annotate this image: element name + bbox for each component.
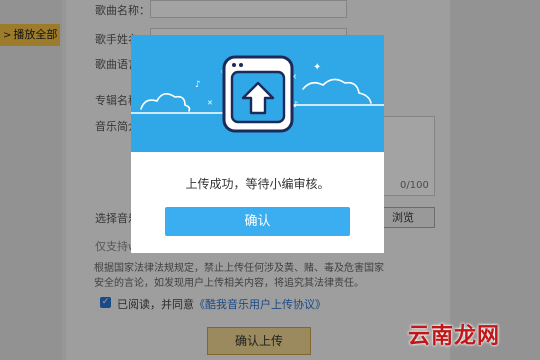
svg-text:✦: ✦ [313, 62, 321, 73]
svg-text:✕: ✕ [207, 99, 213, 107]
upload-icon [222, 55, 294, 133]
svg-text:♪: ♪ [195, 80, 201, 90]
upload-illustration: ♪ ✦ ✕ ✕ ♪ ○ [131, 55, 384, 133]
svg-text:♪: ♪ [293, 100, 298, 109]
confirm-button[interactable]: 确认 [165, 207, 350, 236]
dialog-message: 上传成功，等待小编审核。 [185, 177, 330, 191]
watermark: 云南龙网 [408, 324, 501, 349]
upload-success-dialog: ♪ ✦ ✕ ✕ ♪ ○ 上传成功，等待小编审核。 确认 [131, 35, 384, 253]
dialog-header: ♪ ✦ ✕ ✕ ♪ ○ [131, 35, 384, 152]
